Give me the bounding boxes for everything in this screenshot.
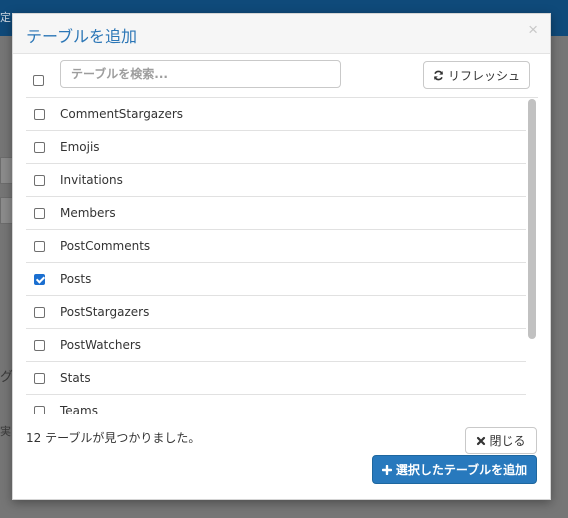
table-row[interactable]: Members <box>26 197 526 230</box>
table-row-label: Emojis <box>60 140 100 154</box>
close-button-label: 閉じる <box>489 434 526 448</box>
table-row[interactable]: Emojis <box>26 131 526 164</box>
table-row-checkbox[interactable] <box>34 274 45 285</box>
table-row-label: PostStargazers <box>60 305 150 319</box>
table-row[interactable]: PostWatchers <box>26 329 526 362</box>
table-row-label: Posts <box>60 272 92 286</box>
table-row-label: PostComments <box>60 239 151 253</box>
table-row-label: Stats <box>60 371 91 385</box>
table-search-input[interactable] <box>60 60 341 88</box>
app-header-text: 定 <box>0 11 11 24</box>
dialog-header: テーブルを追加 × <box>13 14 550 54</box>
table-row-checkbox[interactable] <box>34 373 45 384</box>
table-row[interactable]: Invitations <box>26 164 526 197</box>
table-row-checkbox[interactable] <box>34 406 45 414</box>
table-row[interactable]: CommentStargazers <box>26 98 526 131</box>
table-row-label: Teams <box>60 404 98 414</box>
refresh-button-label: リフレッシュ <box>447 68 520 83</box>
table-row[interactable]: PostStargazers <box>26 296 526 329</box>
table-row-label: PostWatchers <box>60 338 142 352</box>
list-scrollbar[interactable] <box>528 99 536 339</box>
select-all-checkbox[interactable] <box>33 75 44 86</box>
close-button[interactable]: 閉じる <box>465 427 537 454</box>
refresh-button[interactable]: リフレッシュ <box>423 61 530 89</box>
dialog-title: テーブルを追加 <box>26 27 138 46</box>
table-row-checkbox[interactable] <box>34 241 45 252</box>
tables-found-count: 12 テーブルが見つかりました。 <box>26 431 201 445</box>
table-row-checkbox[interactable] <box>34 208 45 219</box>
table-row-checkbox[interactable] <box>34 340 45 351</box>
table-row-checkbox[interactable] <box>34 142 45 153</box>
table-list[interactable]: CommentStargazers Emojis Invitations Member… <box>26 97 538 414</box>
close-icon[interactable]: × <box>528 20 538 40</box>
table-row[interactable]: PostComments <box>26 230 526 263</box>
table-row[interactable]: Stats <box>26 362 526 395</box>
add-table-dialog: テーブルを追加 × リフレッシュ CommentStargazers Emojis… <box>12 13 551 500</box>
bg-side-text-2: 実 <box>0 425 11 438</box>
plus-icon <box>381 464 392 475</box>
table-row-checkbox[interactable] <box>34 307 45 318</box>
table-row-label: Members <box>60 206 116 220</box>
add-selected-tables-button[interactable]: 選択したテーブルを追加 <box>372 455 537 484</box>
refresh-icon <box>434 70 443 80</box>
table-row-checkbox[interactable] <box>34 109 45 120</box>
table-row-label: CommentStargazers <box>60 107 184 121</box>
table-row-label: Invitations <box>60 173 123 187</box>
times-icon <box>477 436 486 445</box>
table-row[interactable]: Teams <box>26 395 526 414</box>
table-row-checkbox[interactable] <box>34 175 45 186</box>
table-row[interactable]: Posts <box>26 263 526 296</box>
add-button-label: 選択したテーブルを追加 <box>395 463 528 477</box>
